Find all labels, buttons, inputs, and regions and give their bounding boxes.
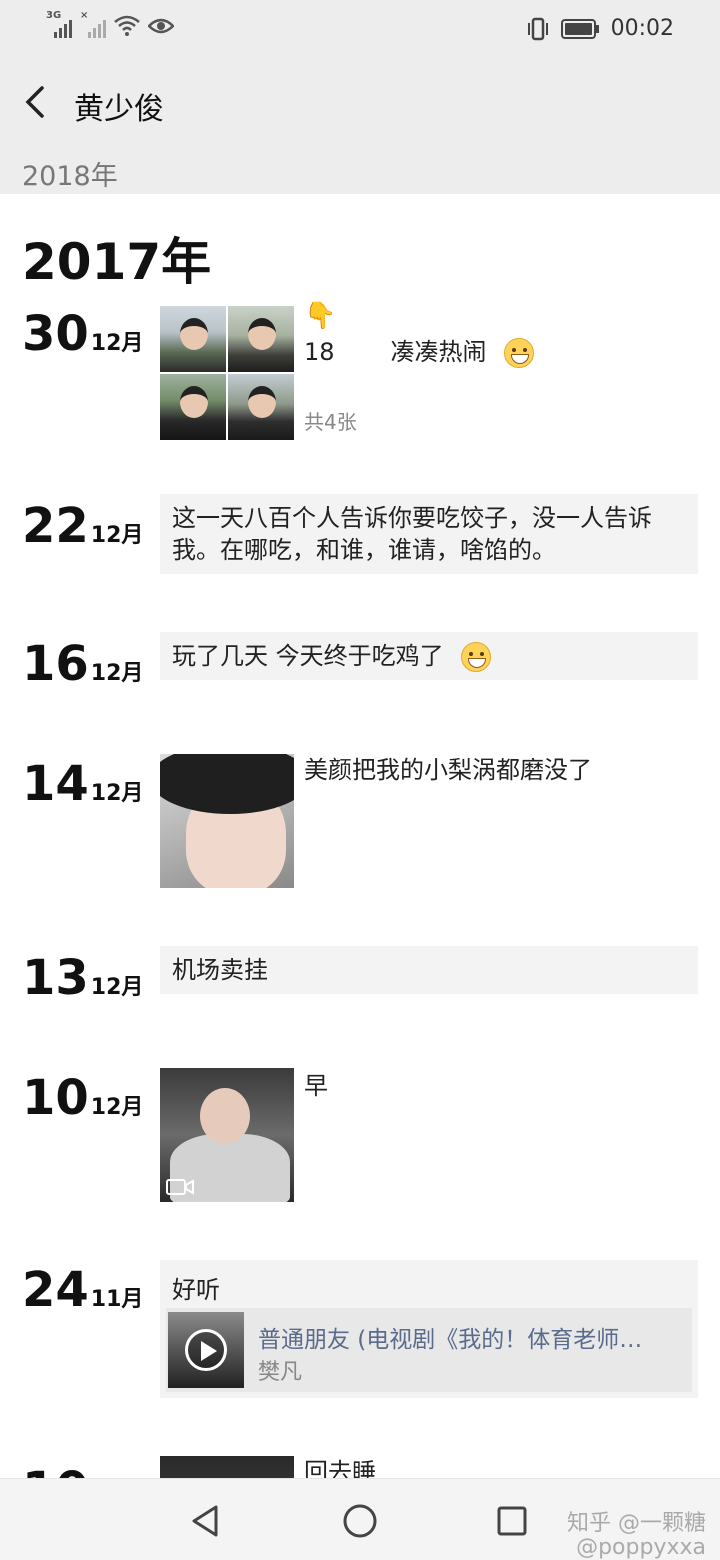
video-thumbnail[interactable] — [160, 1068, 294, 1202]
photo-thumbnail[interactable] — [160, 1456, 294, 1478]
pointing-down-emoji: 👇 — [304, 301, 337, 331]
clock: 00:02 — [610, 16, 674, 41]
photo-thumbnail[interactable] — [160, 374, 226, 440]
post-date: 2212月 — [22, 498, 144, 554]
wifi-icon — [114, 15, 140, 36]
play-icon[interactable] — [185, 1329, 227, 1371]
post-date: 1012月 — [22, 1070, 144, 1126]
post-caption: 18 凑凑热闹 — [304, 336, 535, 368]
circle-home-icon[interactable] — [340, 1501, 380, 1541]
post-caption: 回去睡 — [304, 1458, 376, 1478]
year-heading: 2017年 — [22, 233, 212, 291]
signal-3g-icon: 3G — [46, 10, 72, 38]
post-text: 好听 — [172, 1276, 220, 1304]
post-text: 这一天八百个人告诉你要吃饺子，没一人告诉我。在哪吃，和谁，谁请，啥馅的。 — [160, 494, 698, 574]
photo-thumbnail[interactable] — [160, 754, 294, 888]
timeline-list[interactable]: 2017年 3012月 👇 18 凑凑热闹 共4张 2212月 这一天八百个人告诉… — [0, 194, 720, 1478]
album-cover[interactable] — [168, 1312, 244, 1388]
song-artist: 樊凡 — [258, 1360, 303, 1385]
post-date: 10 — [22, 1462, 89, 1478]
triangle-back-icon[interactable] — [186, 1501, 226, 1541]
photo-thumbnail[interactable] — [228, 306, 294, 372]
post-date: 1612月 — [22, 636, 144, 692]
post-date: 1312月 — [22, 950, 144, 1006]
post-date: 2411月 — [22, 1262, 144, 1318]
square-recent-icon[interactable] — [492, 1501, 532, 1541]
photo-thumbnail[interactable] — [160, 306, 226, 372]
photo-thumbnail[interactable] — [228, 374, 294, 440]
watermark: 知乎 @一颗糖 @poppyxxa — [567, 1511, 706, 1560]
top-bar: 黄少俊 — [0, 60, 720, 148]
post-text: 机场卖挂 — [160, 946, 698, 994]
post-caption: 美颜把我的小梨涡都磨没了 — [304, 756, 592, 784]
music-share[interactable]: 好听 普通朋友 (电视剧《我的！体育老师… 樊凡 — [160, 1260, 698, 1398]
signal-x-icon: × — [80, 10, 106, 38]
status-bar: 3G × 00:02 — [0, 0, 720, 60]
sticky-year-header: 2018年 — [0, 148, 720, 194]
post-date: 1412月 — [22, 756, 144, 812]
grinning-emoji-icon — [461, 642, 492, 672]
post-text: 玩了几天 今天终于吃鸡了 — [160, 632, 698, 680]
photo-grid[interactable] — [160, 306, 294, 440]
music-card[interactable]: 普通朋友 (电视剧《我的！体育老师… 樊凡 — [166, 1308, 692, 1392]
page-title: 黄少俊 — [74, 92, 164, 127]
grinning-emoji-icon — [504, 338, 535, 368]
song-title: 普通朋友 (电视剧《我的！体育老师… — [258, 1327, 643, 1353]
battery-icon — [560, 18, 599, 39]
post-caption: 早 — [304, 1072, 328, 1100]
chevron-left-icon[interactable] — [20, 82, 52, 122]
vibrate-icon — [527, 17, 548, 40]
eye-icon — [148, 18, 174, 34]
video-camera-icon — [166, 1179, 194, 1195]
photo-count: 共4张 — [304, 410, 357, 434]
post-date: 3012月 — [22, 306, 144, 362]
